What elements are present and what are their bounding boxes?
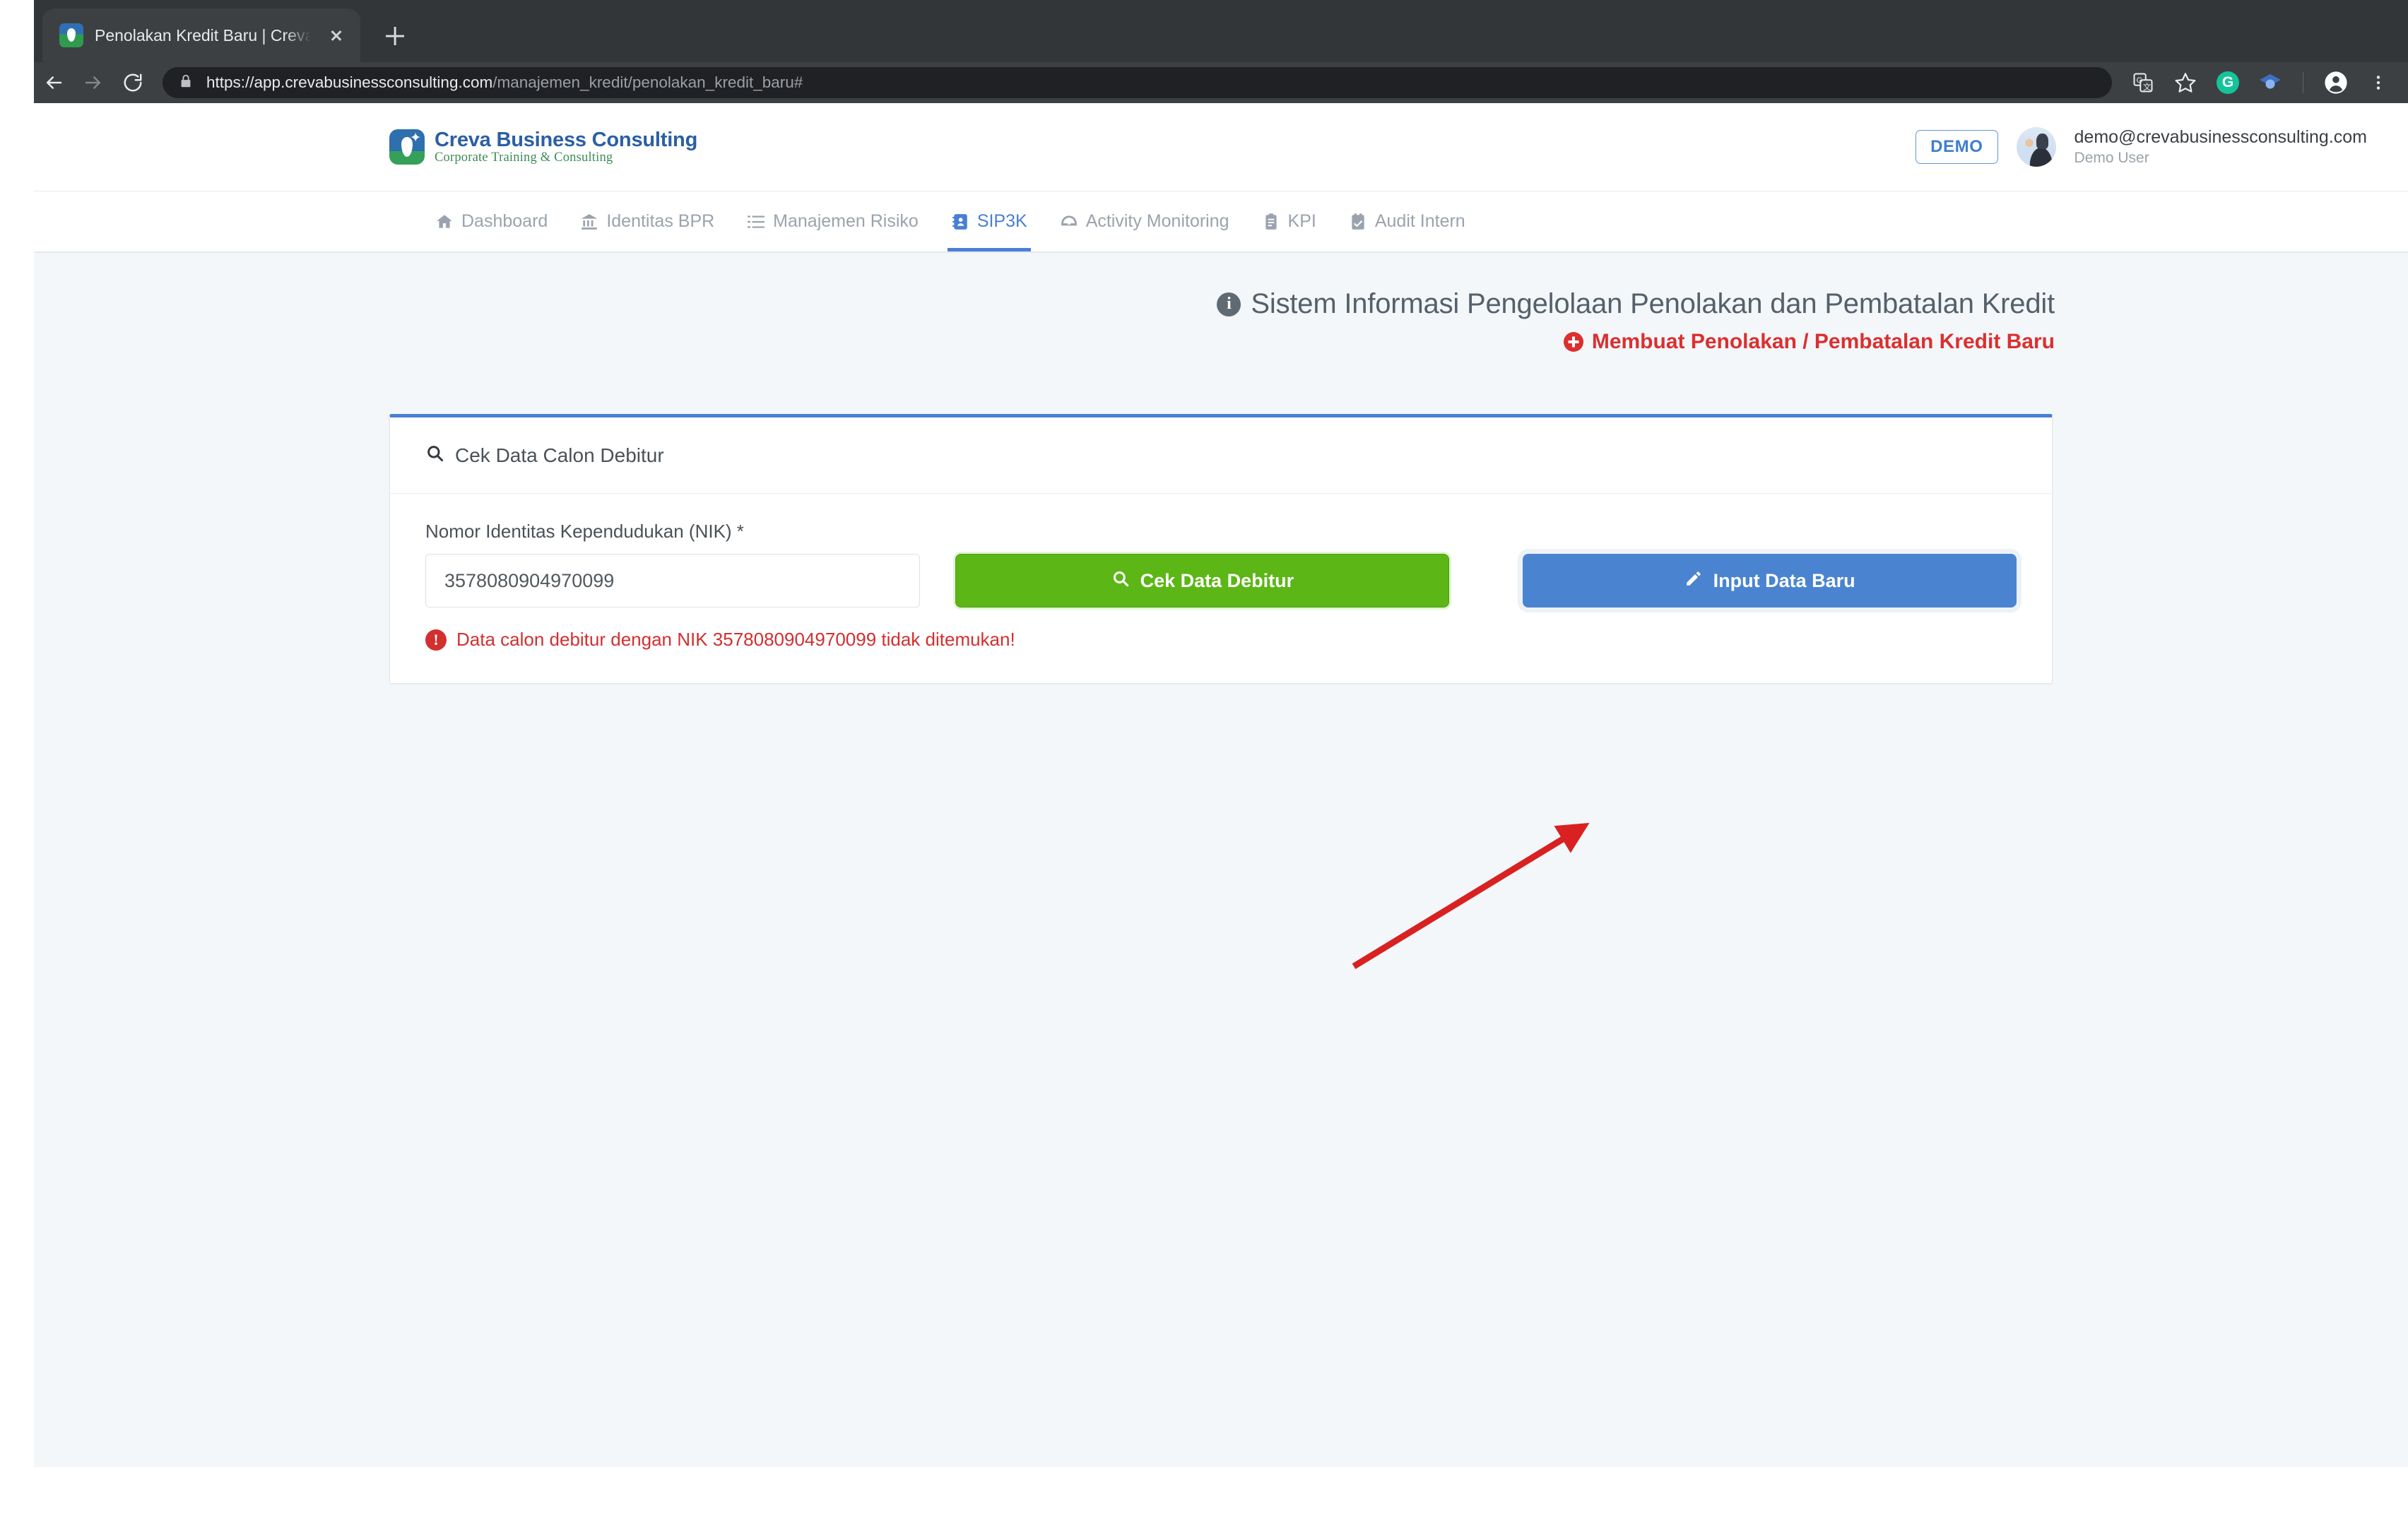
demo-badge[interactable]: DEMO <box>1916 130 1998 164</box>
profile-avatar-icon[interactable] <box>2316 63 2356 102</box>
page-viewport: ✦ Creva Business Consulting Corporate Tr… <box>34 103 2408 1523</box>
bank-icon <box>580 213 598 231</box>
clipboard-icon <box>1262 213 1280 231</box>
pencil-icon <box>1684 569 1703 593</box>
logo-tagline: Corporate Training & Consulting <box>435 150 613 165</box>
logo-company-name: Creva Business Consulting <box>435 128 698 151</box>
checklist-icon <box>1349 213 1367 231</box>
url-domain: https://app.crevabusinessconsulting.com <box>206 73 493 91</box>
browser-tab[interactable]: Penolakan Kredit Baru | Creva B <box>42 8 360 62</box>
nik-error-message: ! Data calon debitur dengan NIK 35780809… <box>425 629 2017 651</box>
create-new-link-label: Membuat Penolakan / Pembatalan Kredit Ba… <box>1591 330 2055 353</box>
user-account-area: DEMO demo@crevabusinessconsulting.com De… <box>1916 127 2367 167</box>
browser-tab-strip: Penolakan Kredit Baru | Creva B <box>0 0 2408 62</box>
input-data-baru-button[interactable]: Input Data Baru <box>1523 554 2017 608</box>
address-bar-url: https://app.crevabusinessconsulting.com/… <box>206 73 803 92</box>
svg-text:文: 文 <box>2143 82 2151 92</box>
lock-icon <box>178 73 194 93</box>
red-annotation-arrow <box>1352 822 1590 969</box>
nik-label: Nomor Identitas Kependudukan (NIK) * <box>425 521 744 542</box>
nav-item-manajemen-risiko[interactable]: Manajemen Risiko <box>731 191 935 251</box>
translate-icon[interactable]: G文 <box>2123 63 2163 102</box>
star-glyph: ✦ <box>410 131 421 146</box>
nav-label: Dashboard <box>461 211 548 231</box>
logo-text: Creva Business Consulting Corporate Trai… <box>435 129 697 165</box>
user-info: demo@crevabusinessconsulting.com Demo Us… <box>2074 127 2367 167</box>
nav-item-activity-monitoring[interactable]: Activity Monitoring <box>1044 191 1246 251</box>
search-icon <box>425 444 444 468</box>
exclamation-circle-icon: ! <box>425 629 447 651</box>
site-logo[interactable]: ✦ Creva Business Consulting Corporate Tr… <box>389 129 697 165</box>
creva-favicon <box>59 23 83 47</box>
page-heading-block: i Sistem Informasi Pengelolaan Penolakan… <box>34 288 2055 354</box>
create-new-link[interactable]: Membuat Penolakan / Pembatalan Kredit Ba… <box>34 330 2055 354</box>
nav-label: Audit Intern <box>1374 211 1465 231</box>
nik-form-row: Cek Data Debitur Input Data Baru <box>425 554 2017 608</box>
nav-label: SIP3K <box>976 211 1027 231</box>
browser-toolbar: https://app.crevabusinessconsulting.com/… <box>0 62 2408 103</box>
browser-tab-title: Penolakan Kredit Baru | Creva B <box>95 25 311 45</box>
new-tab-button[interactable] <box>376 17 414 55</box>
svg-text:G: G <box>2137 76 2143 85</box>
search-icon <box>1111 569 1130 593</box>
nik-error-text: Data calon debitur dengan NIK 3578080904… <box>456 629 1015 650</box>
gauge-icon <box>1060 213 1078 231</box>
blue-extension-icon[interactable] <box>2250 63 2290 102</box>
input-data-baru-label: Input Data Baru <box>1713 569 1855 591</box>
nav-label: Manajemen Risiko <box>773 211 919 231</box>
card-body: Nomor Identitas Kependudukan (NIK) * Cek… <box>390 494 2052 683</box>
grammarly-glyph: G <box>2217 71 2239 94</box>
back-arrow-icon[interactable] <box>34 63 73 102</box>
home-icon <box>435 213 454 231</box>
card-header: Cek Data Calon Debitur <box>390 417 2052 494</box>
nav-label: Identitas BPR <box>606 211 715 231</box>
main-navigation: Dashboard Identitas BPR Manajemen Risiko… <box>34 191 2408 252</box>
nav-item-sip3k[interactable]: SIP3K <box>935 191 1044 251</box>
three-dot-menu-icon[interactable] <box>2359 63 2398 102</box>
nav-item-kpi[interactable]: KPI <box>1246 191 1333 251</box>
nav-label: KPI <box>1287 211 1316 231</box>
forward-arrow-icon[interactable] <box>73 63 113 102</box>
nav-item-dashboard[interactable]: Dashboard <box>419 191 564 251</box>
cek-data-debitur-button[interactable]: Cek Data Debitur <box>955 554 1450 608</box>
address-bar[interactable]: https://app.crevabusinessconsulting.com/… <box>163 67 2112 98</box>
page-title-text: Sistem Informasi Pengelolaan Penolakan d… <box>1251 288 2055 319</box>
info-circle-icon: i <box>1217 292 1241 316</box>
cek-data-card: Cek Data Calon Debitur Nomor Identitas K… <box>389 414 2053 684</box>
grammarly-extension-icon[interactable]: G <box>2208 63 2248 102</box>
card-header-title: Cek Data Calon Debitur <box>455 444 664 466</box>
nav-item-audit-intern[interactable]: Audit Intern <box>1333 191 1482 251</box>
list-icon <box>747 213 765 231</box>
bookmark-star-icon[interactable] <box>2166 63 2205 102</box>
page-content: i Sistem Informasi Pengelolaan Penolakan… <box>34 252 2408 1467</box>
toolbar-right-icons: G文 G <box>2123 63 2408 102</box>
nav-label: Activity Monitoring <box>1085 211 1229 231</box>
nav-item-identitas-bpr[interactable]: Identitas BPR <box>564 191 731 251</box>
cek-data-debitur-label: Cek Data Debitur <box>1140 569 1294 591</box>
avatar[interactable] <box>2016 127 2056 167</box>
close-icon[interactable] <box>322 21 350 49</box>
page-title: i Sistem Informasi Pengelolaan Penolakan… <box>34 288 2055 320</box>
browser-window: Penolakan Kredit Baru | Creva B https://… <box>0 0 2408 103</box>
user-role: Demo User <box>2074 150 2149 166</box>
url-path: /manajemen_kredit/penolakan_kredit_baru# <box>492 73 803 91</box>
id-card-icon <box>951 213 969 231</box>
site-header: ✦ Creva Business Consulting Corporate Tr… <box>34 103 2408 191</box>
nik-input[interactable] <box>425 554 921 608</box>
user-email: demo@crevabusinessconsulting.com <box>2074 127 2367 147</box>
web-page: ✦ Creva Business Consulting Corporate Tr… <box>0 103 2408 1523</box>
creva-logo-icon: ✦ <box>389 129 425 165</box>
reload-icon[interactable] <box>113 63 153 102</box>
plus-circle-icon <box>1563 332 1583 352</box>
